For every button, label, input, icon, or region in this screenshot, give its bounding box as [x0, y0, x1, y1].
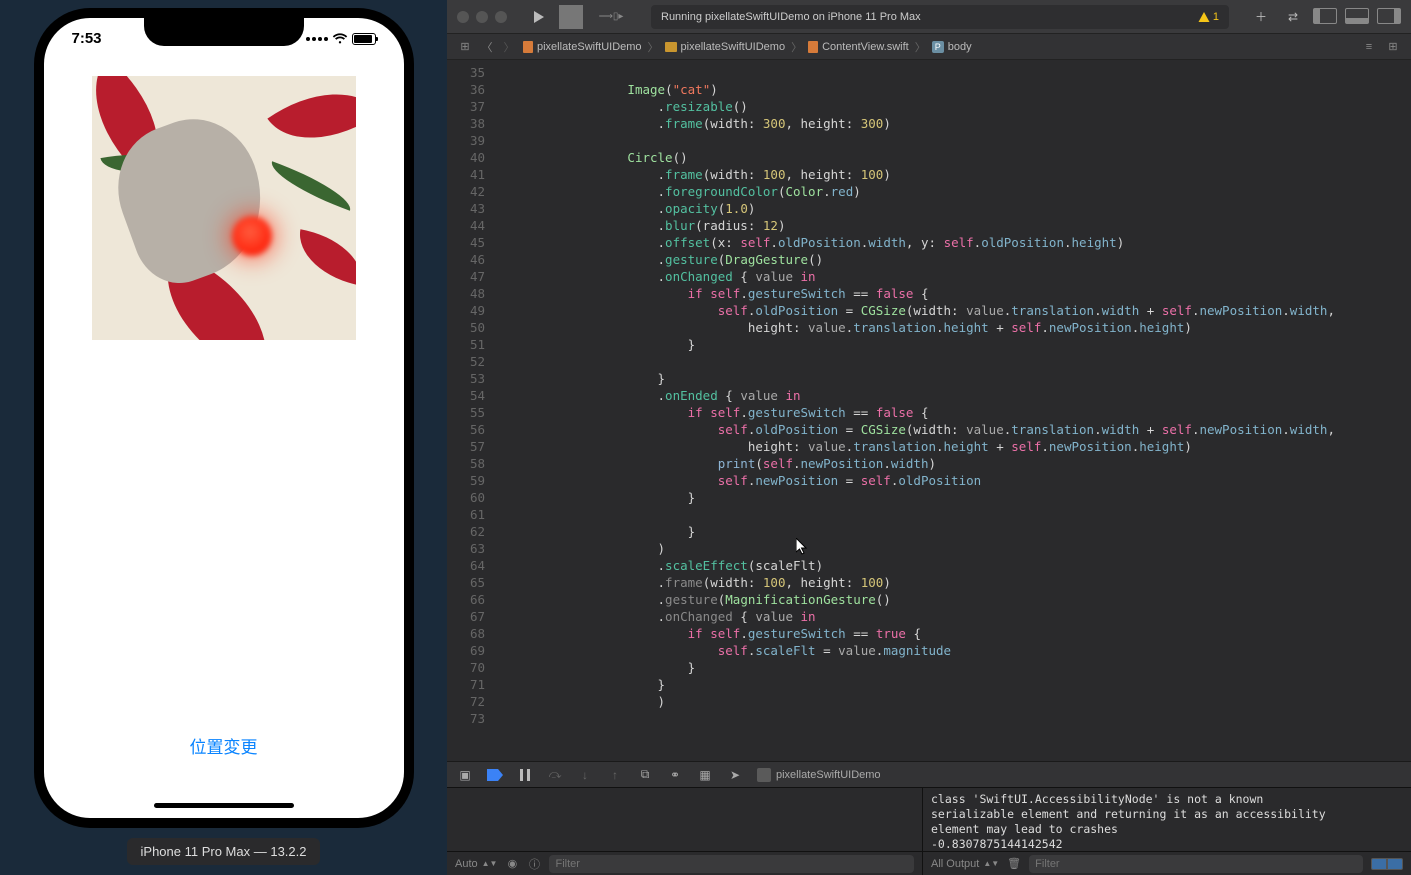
- forward-button[interactable]: 〉: [501, 39, 517, 55]
- xcode-window: ⟶▯▸ Running pixellateSwiftUIDemo on iPho…: [447, 0, 1411, 875]
- jump-target[interactable]: pixellateSwiftUIDemo: [665, 41, 786, 53]
- stop-button[interactable]: [559, 8, 583, 26]
- clear-console-icon[interactable]: 🗑: [1007, 857, 1021, 871]
- quicklook-icon[interactable]: ◉: [505, 857, 519, 871]
- console-filter-input[interactable]: [1029, 855, 1363, 873]
- console-pane-toggle[interactable]: [1371, 858, 1403, 870]
- console-output-text[interactable]: class 'SwiftUI.AccessibilityNode' is not…: [923, 788, 1411, 851]
- signal-icon: [306, 37, 328, 41]
- debug-view-hierarchy-icon[interactable]: ⧉: [637, 767, 653, 783]
- variables-view[interactable]: Auto ▲▼ ◉ ⓘ: [447, 788, 923, 875]
- debug-process[interactable]: pixellateSwiftUIDemo: [757, 768, 881, 782]
- phone-screen[interactable]: 7:53 位置変更: [44, 18, 404, 818]
- back-button[interactable]: 〈: [479, 39, 495, 55]
- status-time: 7:53: [72, 30, 102, 47]
- status-icons: [306, 33, 376, 45]
- ios-simulator: 7:53 位置変更 iPhone 11 Pro Max — 13.: [0, 0, 447, 875]
- warning-triangle-icon: [1198, 11, 1210, 23]
- scheme-selector[interactable]: ⟶▯▸: [591, 8, 631, 26]
- step-into-icon[interactable]: ↓: [577, 767, 593, 783]
- activity-viewer: Running pixellateSwiftUIDemo on iPhone 1…: [651, 5, 1229, 29]
- app-icon: [757, 768, 771, 782]
- jump-bar[interactable]: ⊞ 〈 〉 pixellateSwiftUIDemo 〉 pixellateSw…: [447, 34, 1411, 60]
- run-button[interactable]: [527, 8, 551, 26]
- cat-image-view[interactable]: [92, 76, 356, 340]
- home-indicator[interactable]: [154, 803, 294, 808]
- right-panel-toggle[interactable]: [1377, 8, 1401, 24]
- line-number-gutter: 3536373839404142434445464748495051525354…: [447, 60, 497, 761]
- debug-consoles: Auto ▲▼ ◉ ⓘ class 'SwiftUI.Accessibility…: [447, 787, 1411, 875]
- debug-memory-graph-icon[interactable]: ⚭: [667, 767, 683, 783]
- simulate-location-icon[interactable]: ➤: [727, 767, 743, 783]
- variables-filter-input[interactable]: [549, 855, 914, 873]
- run-status-text: Running pixellateSwiftUIDemo on iPhone 1…: [661, 11, 921, 23]
- code-review-button[interactable]: ⇄: [1281, 8, 1305, 26]
- print-description-icon[interactable]: ⓘ: [527, 857, 541, 871]
- minimap-toggle-icon[interactable]: ≡: [1361, 39, 1377, 55]
- wifi-icon: [332, 33, 348, 45]
- code-editor[interactable]: 3536373839404142434445464748495051525354…: [447, 60, 1411, 761]
- warning-indicator[interactable]: 1: [1198, 11, 1219, 23]
- draggable-red-circle[interactable]: [232, 216, 272, 256]
- jump-project[interactable]: pixellateSwiftUIDemo: [523, 41, 642, 53]
- bottom-panel-toggle[interactable]: [1345, 8, 1369, 24]
- pause-continue-icon[interactable]: [517, 767, 533, 783]
- related-items-icon[interactable]: ⊞: [457, 39, 473, 55]
- debug-toolbar: ▣ ⤼ ↓ ↑ ⧉ ⚭ ▦ ➤ pixellateSwiftUIDemo: [447, 761, 1411, 787]
- step-over-icon[interactable]: ⤼: [547, 767, 563, 783]
- add-button[interactable]: ＋: [1249, 8, 1273, 26]
- breakpoints-toggle-icon[interactable]: [487, 767, 503, 783]
- output-scope-popup[interactable]: All Output ▲▼: [931, 858, 999, 870]
- variables-scope-popup[interactable]: Auto ▲▼: [455, 858, 497, 870]
- battery-icon: [352, 33, 376, 45]
- xcode-toolbar: ⟶▯▸ Running pixellateSwiftUIDemo on iPho…: [447, 0, 1411, 34]
- toggle-position-button[interactable]: 位置変更: [44, 733, 404, 758]
- code-content[interactable]: Image("cat") .resizable() .frame(width: …: [497, 60, 1411, 761]
- window-traffic-lights[interactable]: [457, 11, 507, 23]
- hide-debug-area-icon[interactable]: ▣: [457, 767, 473, 783]
- left-panel-toggle[interactable]: [1313, 8, 1337, 24]
- toolbar-right-buttons: ＋ ⇄: [1249, 8, 1401, 26]
- environment-overrides-icon[interactable]: ▦: [697, 767, 713, 783]
- output-console[interactable]: class 'SwiftUI.AccessibilityNode' is not…: [923, 788, 1411, 875]
- notch: [144, 18, 304, 46]
- phone-frame: 7:53 位置変更: [34, 8, 414, 828]
- add-editor-icon[interactable]: ⊞: [1385, 39, 1401, 55]
- jump-file[interactable]: ContentView.swift: [808, 41, 909, 53]
- simulator-device-label: iPhone 11 Pro Max — 13.2.2: [127, 838, 321, 865]
- step-out-icon[interactable]: ↑: [607, 767, 623, 783]
- jump-symbol[interactable]: Pbody: [932, 41, 972, 53]
